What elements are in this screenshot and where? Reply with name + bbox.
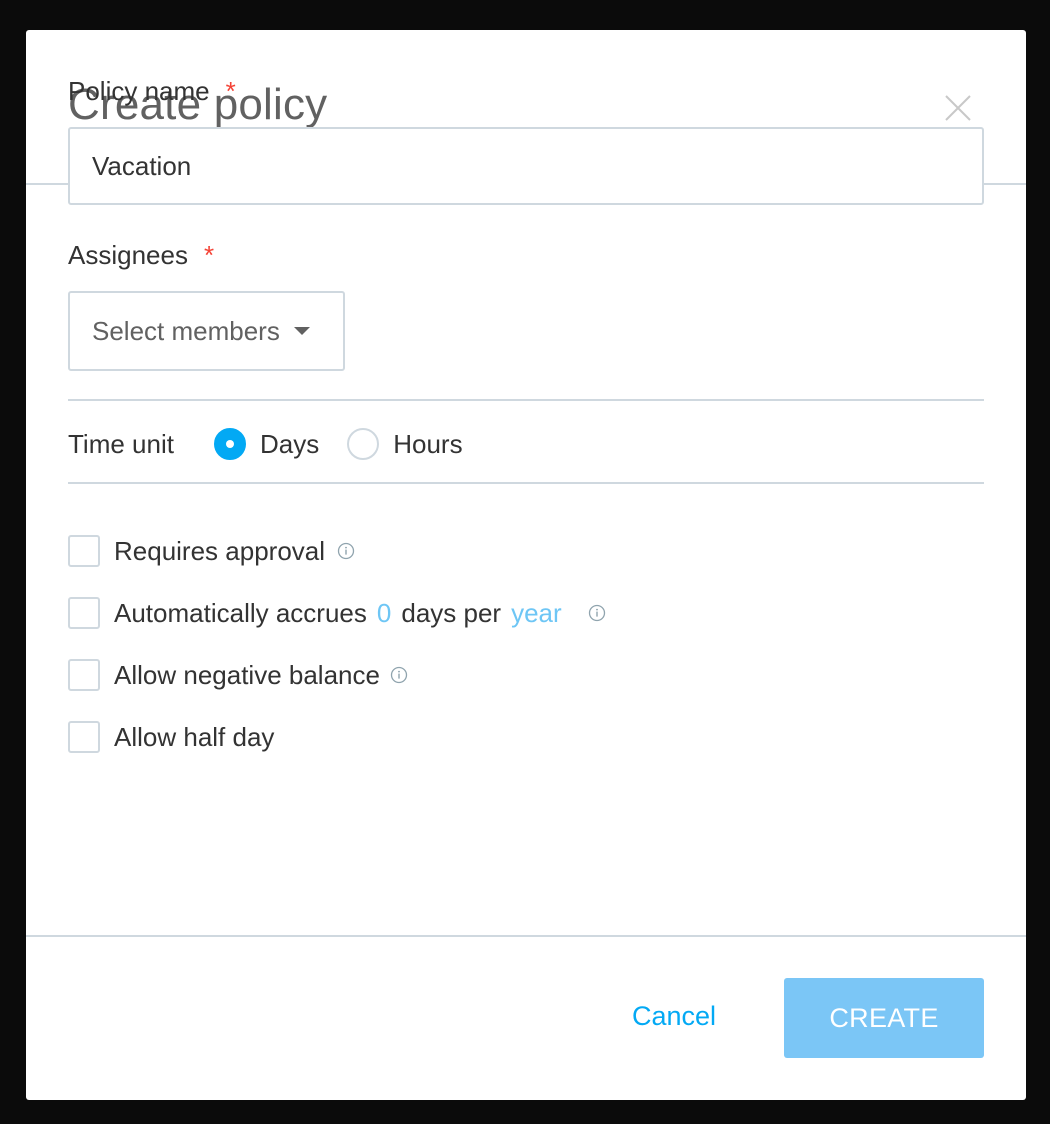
requires-approval-checkbox[interactable] (68, 535, 100, 567)
accrual-period-value[interactable]: year (511, 598, 562, 629)
close-button[interactable] (944, 94, 972, 122)
assignees-label: Assignees * (68, 240, 214, 271)
policy-name-label-text: Policy name (68, 76, 210, 106)
required-indicator: * (225, 76, 236, 106)
auto-accrue-checkbox[interactable] (68, 597, 100, 629)
select-members-placeholder: Select members (92, 315, 280, 346)
auto-accrue-label-prefix: Automatically accrues (114, 597, 367, 628)
auto-accrue-label-middle: days per (401, 597, 502, 628)
negative-balance-label: Allow negative balance (114, 659, 380, 690)
radio-hours-label: Hours (393, 428, 463, 459)
radio-hours[interactable] (347, 428, 380, 460)
half-day-label: Allow half day (114, 721, 275, 752)
cancel-button[interactable]: Cancel (632, 1001, 716, 1032)
info-icon[interactable] (588, 604, 606, 622)
info-icon[interactable] (390, 666, 408, 684)
option-negative-balance: Allow negative balance (68, 644, 606, 706)
chevron-down-icon (293, 327, 310, 335)
time-unit-label: Time unit (68, 428, 174, 459)
option-requires-approval: Requires approval (68, 520, 606, 582)
radio-option-hours[interactable]: Hours (347, 428, 463, 460)
accrual-amount-value[interactable]: 0 (377, 598, 391, 629)
info-icon[interactable] (337, 542, 355, 560)
divider (68, 482, 984, 484)
requires-approval-label: Requires approval (114, 535, 326, 566)
dialog-footer: Cancel CREATE (26, 935, 1026, 1100)
divider (68, 399, 984, 401)
radio-option-days[interactable]: Days (213, 428, 320, 460)
required-indicator: * (203, 240, 215, 270)
radio-days[interactable] (213, 428, 246, 460)
assignees-label-text: Assignees (68, 240, 188, 270)
policy-options: Requires approval Automatically accrues … (68, 520, 606, 768)
create-button[interactable]: CREATE (784, 978, 984, 1058)
policy-name-input[interactable] (68, 127, 984, 205)
time-unit-group: Time unit Days Hours (68, 424, 463, 464)
create-policy-dialog: Create policy Policy name * Assignees * … (26, 30, 1026, 1100)
close-icon (944, 94, 972, 122)
policy-name-label: Policy name * (68, 76, 236, 107)
option-half-day: Allow half day (68, 706, 606, 768)
option-auto-accrue: Automatically accrues 0 days per year (68, 582, 606, 644)
half-day-checkbox[interactable] (68, 721, 100, 753)
select-members-dropdown[interactable]: Select members (68, 291, 345, 371)
negative-balance-checkbox[interactable] (68, 659, 100, 691)
radio-days-label: Days (259, 428, 320, 459)
